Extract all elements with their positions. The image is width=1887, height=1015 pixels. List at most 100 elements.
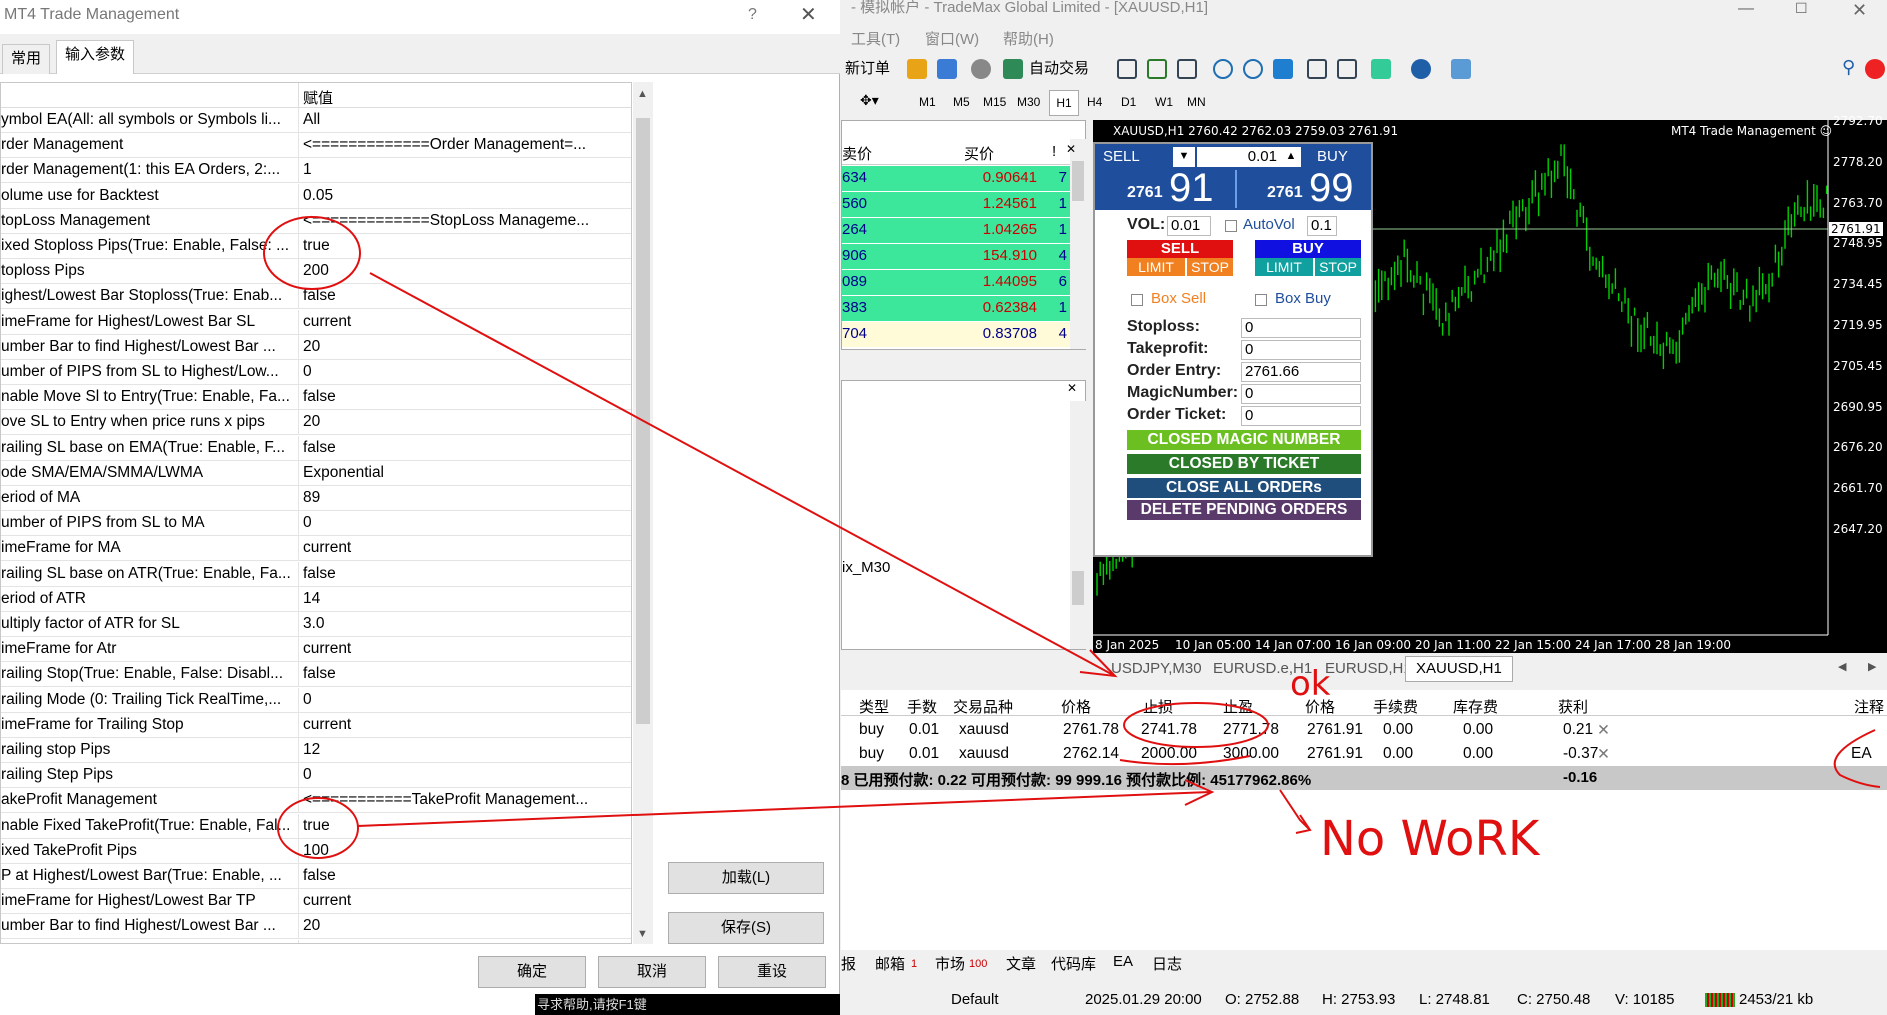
help-icon[interactable]: ? [748, 0, 757, 30]
market-watch-row[interactable]: 634 0.90641 7 [842, 166, 1072, 191]
param-value[interactable]: 200 [303, 259, 631, 283]
closed-magic-button[interactable]: CLOSED MAGIC NUMBER [1127, 430, 1361, 450]
params-scrollbar[interactable]: ▲ ▼ [633, 82, 653, 944]
param-value[interactable]: false [303, 864, 631, 888]
param-row[interactable]: nable Move Sl to Entry(True: Enable, Fa.… [1, 385, 631, 411]
cursor-tools-icon[interactable]: ✥▾ [860, 92, 879, 109]
sell-limit-button[interactable]: LIMIT [1127, 258, 1185, 276]
sell-stop-button[interactable]: STOP [1187, 258, 1233, 276]
param-row[interactable]: railing Mode (0: Trailing Tick RealTime,… [1, 687, 631, 713]
chart-shift-icon[interactable] [1307, 59, 1327, 79]
new-order-button[interactable]: 新订单 [845, 57, 890, 78]
param-value[interactable]: 14 [303, 587, 631, 611]
close-order-icon[interactable]: ✕ [1597, 721, 1610, 740]
tf-h1[interactable]: H1 [1049, 90, 1079, 116]
market-watch-row[interactable]: 383 0.62384 1 [842, 296, 1072, 321]
indicators-icon[interactable] [1371, 59, 1391, 79]
param-value[interactable]: true [303, 814, 631, 838]
param-value[interactable]: 20 [303, 410, 631, 434]
menu-tools[interactable]: 工具(T) [851, 28, 900, 49]
buy-stop-button[interactable]: STOP [1315, 258, 1361, 276]
chart-tab-usdjpy[interactable]: USDJPY,M30 [1111, 660, 1202, 677]
param-row[interactable]: ove SL to Entry when price runs x pips 20 [1, 410, 631, 436]
periods-icon[interactable] [1411, 59, 1431, 79]
closed-ticket-button[interactable]: CLOSED BY TICKET [1127, 454, 1361, 474]
menu-help[interactable]: 帮助(H) [1003, 28, 1054, 49]
buy-button[interactable]: BUY [1255, 240, 1361, 258]
param-value[interactable]: 0.05 [303, 184, 631, 208]
param-row[interactable]: ymbol EA(All: all symbols or Symbols li.… [1, 108, 631, 133]
tf-w1[interactable]: W1 [1155, 95, 1173, 109]
market-watch-scrollbar[interactable] [1070, 139, 1086, 349]
cancel-button[interactable]: 取消 [598, 956, 706, 988]
market-watch-row[interactable]: 906 154.910 4 [842, 244, 1072, 269]
param-row[interactable]: umber Bar to find Highest/Lowest Bar ...… [1, 914, 631, 940]
stoploss-input[interactable]: 0 [1241, 318, 1361, 338]
param-row[interactable]: ultiply factor of ATR for SL 3.0 [1, 612, 631, 637]
param-row[interactable]: ode SMA/EMA/SMMA/LWMA Exponential [1, 460, 631, 486]
tile-windows-icon[interactable] [1273, 59, 1293, 79]
scroll-up-icon[interactable]: ▲ [637, 88, 648, 100]
buy-limit-button[interactable]: LIMIT [1255, 258, 1313, 276]
tab-articles[interactable]: 文章 [1006, 953, 1036, 974]
navigator-item[interactable]: ix_M30 [842, 559, 890, 576]
close-all-button[interactable]: CLOSE ALL ORDERs [1127, 478, 1361, 498]
market-watch-close-icon[interactable]: ✕ [1066, 142, 1076, 156]
param-value[interactable]: 20 [303, 335, 631, 359]
chart-tab-xauusd[interactable]: XAUUSD,H1 [1405, 656, 1513, 682]
param-value[interactable]: Exponential [303, 461, 631, 485]
tab-codebase[interactable]: 代码库 [1051, 953, 1096, 974]
param-value[interactable]: false [303, 284, 631, 308]
param-row[interactable]: rder Management <=============Order Manag… [1, 133, 631, 159]
param-row[interactable]: topLoss Management <=============StopLoss… [1, 208, 631, 234]
tf-h4[interactable]: H4 [1087, 95, 1102, 109]
tab-market[interactable]: 市场 [935, 953, 965, 974]
scroll-thumb[interactable] [636, 118, 650, 724]
param-value[interactable]: <=============StopLoss Manageme... [303, 209, 631, 233]
param-row[interactable]: railing Stop(True: Enable, False: Disabl… [1, 662, 631, 688]
tf-m15[interactable]: M15 [983, 95, 1006, 109]
load-button[interactable]: 加载(L) [668, 862, 824, 894]
sell-button[interactable]: SELL [1127, 240, 1233, 258]
tf-m30[interactable]: M30 [1017, 95, 1040, 109]
param-row[interactable]: railing SL base on EMA(True: Enable, F..… [1, 435, 631, 461]
param-value[interactable]: false [303, 662, 631, 686]
autovol-checkbox[interactable] [1225, 220, 1237, 232]
navigator-close-icon[interactable]: ✕ [1067, 381, 1077, 395]
param-row[interactable]: P at Highest/Lowest Bar(True: Enable, ..… [1, 864, 631, 889]
param-row[interactable]: imeFrame for Highest/Lowest Bar SL curren… [1, 309, 631, 335]
param-row[interactable]: nable Fixed TakeProfit(True: Enable, Fal… [1, 813, 631, 839]
param-row[interactable]: toploss Pips 200 [1, 259, 631, 285]
autoscroll-icon[interactable] [1337, 59, 1357, 79]
tab-common[interactable]: 常用 [2, 44, 51, 74]
param-value[interactable]: 89 [303, 486, 631, 510]
candle-chart-icon[interactable] [1147, 59, 1167, 79]
param-value[interactable]: 1 [303, 158, 631, 182]
param-row[interactable]: ixed TakeProfit Pips 100 [1, 838, 631, 864]
auto-trade-icon[interactable] [1003, 59, 1023, 79]
autovol-input[interactable]: 0.1 [1307, 216, 1337, 236]
param-row[interactable]: imeFrame for Highest/Lowest Bar TP curren… [1, 889, 631, 915]
param-value[interactable]: false [303, 436, 631, 460]
tabs-left-icon[interactable]: ◀ [1838, 660, 1846, 673]
market-watch-row[interactable]: 264 1.04265 1 [842, 218, 1072, 243]
buy-price-display[interactable]: 2761 99 [1235, 166, 1369, 210]
globe-icon[interactable] [971, 59, 991, 79]
tf-m5[interactable]: M5 [953, 95, 970, 109]
save-button[interactable]: 保存(S) [668, 912, 824, 944]
chart-tab-eurusd-e[interactable]: EURUSD.e,H1 [1213, 660, 1312, 677]
reset-button[interactable]: 重设 [718, 956, 826, 988]
ok-button[interactable]: 确定 [478, 956, 586, 988]
ticket-input[interactable]: 0 [1241, 406, 1361, 426]
tf-d1[interactable]: D1 [1121, 95, 1136, 109]
notification-icon[interactable] [1865, 59, 1885, 79]
bar-chart-icon[interactable] [1117, 59, 1137, 79]
param-value[interactable]: true [303, 234, 631, 258]
param-row[interactable]: ighest/Lowest Bar Stoploss(True: Enab...… [1, 284, 631, 310]
param-value[interactable]: 0 [303, 360, 631, 384]
param-value[interactable]: current [303, 713, 631, 737]
param-row[interactable]: umber of PIPS from SL to MA 0 [1, 511, 631, 537]
box-buy-checkbox[interactable] [1255, 294, 1267, 306]
tab-ea[interactable]: EA [1113, 953, 1133, 970]
param-row[interactable]: olume use for Backtest 0.05 [1, 183, 631, 209]
